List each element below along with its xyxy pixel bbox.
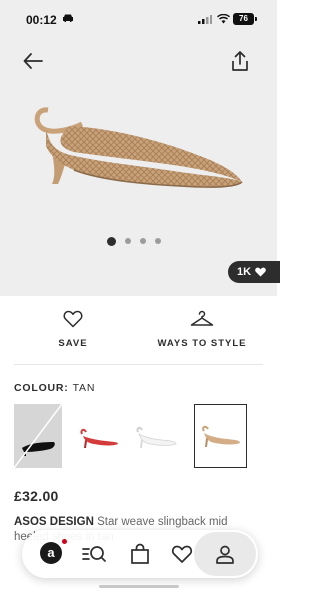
black-shoe-thumbnail bbox=[14, 404, 62, 468]
colour-label: COLOUR: bbox=[14, 382, 69, 394]
white-shoe-thumbnail bbox=[136, 426, 177, 448]
search-icon[interactable] bbox=[82, 542, 106, 566]
bottom-nav-bar: a bbox=[22, 530, 258, 578]
tan-shoe-thumbnail bbox=[202, 425, 240, 447]
save-label: SAVE bbox=[58, 338, 88, 349]
status-bar: 00:12 76 bbox=[0, 0, 277, 38]
gallery-pagination bbox=[107, 236, 161, 246]
hanger-icon bbox=[190, 310, 214, 326]
colour-selector-label: COLOUR: TAN bbox=[14, 382, 95, 394]
notification-dot bbox=[62, 539, 67, 544]
signal-icon bbox=[198, 15, 212, 24]
save-button[interactable]: SAVE bbox=[48, 304, 98, 349]
pagination-dot-active[interactable] bbox=[107, 236, 116, 246]
likes-badge[interactable]: 1K bbox=[228, 261, 280, 283]
bag-icon[interactable] bbox=[128, 542, 152, 566]
wifi-icon bbox=[217, 14, 230, 24]
swatch-white[interactable] bbox=[132, 404, 180, 468]
product-shoe-image bbox=[34, 107, 243, 188]
product-price: £32.00 bbox=[14, 488, 59, 504]
battery-tip bbox=[255, 17, 257, 21]
likes-count: 1K bbox=[237, 266, 252, 278]
product-actions: SAVE WAYS TO STYLE bbox=[0, 304, 277, 362]
home-icon[interactable]: a bbox=[40, 542, 62, 564]
status-time: 00:12 bbox=[26, 13, 57, 27]
colour-value: TAN bbox=[72, 382, 96, 394]
pagination-dot[interactable] bbox=[125, 238, 131, 244]
back-arrow-icon[interactable] bbox=[22, 50, 44, 72]
swatch-tan-selected[interactable] bbox=[194, 404, 247, 468]
product-image-gallery[interactable]: 00:12 76 1K bbox=[0, 0, 280, 296]
pagination-dot[interactable] bbox=[140, 238, 146, 244]
share-icon[interactable] bbox=[230, 50, 250, 72]
car-icon bbox=[63, 14, 73, 22]
heart-icon[interactable] bbox=[170, 542, 194, 566]
battery-icon: 76 bbox=[233, 13, 254, 25]
swatch-red[interactable] bbox=[76, 404, 124, 468]
account-icon[interactable] bbox=[213, 542, 237, 566]
heart-outline-icon bbox=[63, 310, 83, 328]
red-shoe-thumbnail bbox=[80, 428, 118, 448]
divider bbox=[14, 364, 263, 365]
home-indicator[interactable] bbox=[99, 585, 179, 588]
product-brand: ASOS DESIGN bbox=[14, 516, 94, 528]
ways-to-style-label: WAYS TO STYLE bbox=[157, 338, 247, 349]
ways-to-style-button[interactable]: WAYS TO STYLE bbox=[152, 304, 252, 349]
swatch-black-unavailable[interactable] bbox=[14, 404, 62, 468]
pagination-dot[interactable] bbox=[155, 238, 161, 244]
heart-filled-icon bbox=[255, 267, 266, 277]
